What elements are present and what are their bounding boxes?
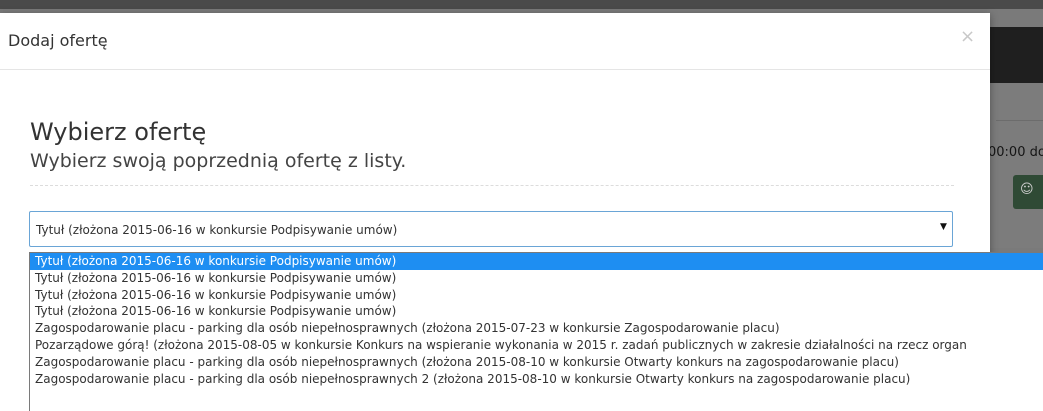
offer-option[interactable]: Zagospodarowanie placu - parking dla osó… — [30, 371, 1043, 388]
background-divider — [996, 120, 1043, 121]
background-topbar — [0, 0, 1043, 9]
background-panel — [990, 83, 1043, 248]
users-icon: ☺ — [1020, 182, 1034, 197]
offer-option[interactable]: Zagospodarowanie placu - parking dla osó… — [30, 320, 1043, 337]
offer-select-value: Tytuł (złożona 2015-06-16 w konkursie Po… — [36, 223, 398, 237]
choose-offer-subheading: Wybierz swoją poprzednią ofertę z listy. — [30, 150, 407, 172]
background-navbar — [990, 27, 1043, 83]
modal-header: Dodaj ofertę × — [0, 13, 990, 70]
offer-option[interactable]: Tytuł (złożona 2015-06-16 w konkursie Po… — [30, 287, 1043, 304]
offer-option[interactable]: Pozarządowe górą! (złożona 2015-08-05 w … — [30, 337, 1043, 354]
close-icon[interactable]: × — [960, 28, 975, 46]
choose-offer-heading: Wybierz ofertę — [30, 118, 207, 146]
dropdown-arrow-icon: ▼ — [940, 222, 947, 232]
background-time-text: 00:00 do — [988, 145, 1043, 160]
offer-option[interactable]: Tytuł (złożona 2015-06-16 w konkursie Po… — [30, 303, 1043, 320]
offer-option[interactable]: Tytuł (złożona 2015-06-16 w konkursie Po… — [30, 270, 1043, 287]
offer-dropdown-list: Tytuł (złożona 2015-06-16 w konkursie Po… — [29, 252, 1043, 411]
dashed-divider — [30, 185, 954, 186]
offer-option[interactable]: Zagospodarowanie placu - parking dla osó… — [30, 354, 1043, 371]
offer-select[interactable]: Tytuł (złożona 2015-06-16 w konkursie Po… — [29, 211, 953, 247]
offer-option-selected[interactable]: Tytuł (złożona 2015-06-16 w konkursie Po… — [30, 253, 1043, 270]
modal-title: Dodaj ofertę — [8, 31, 108, 50]
